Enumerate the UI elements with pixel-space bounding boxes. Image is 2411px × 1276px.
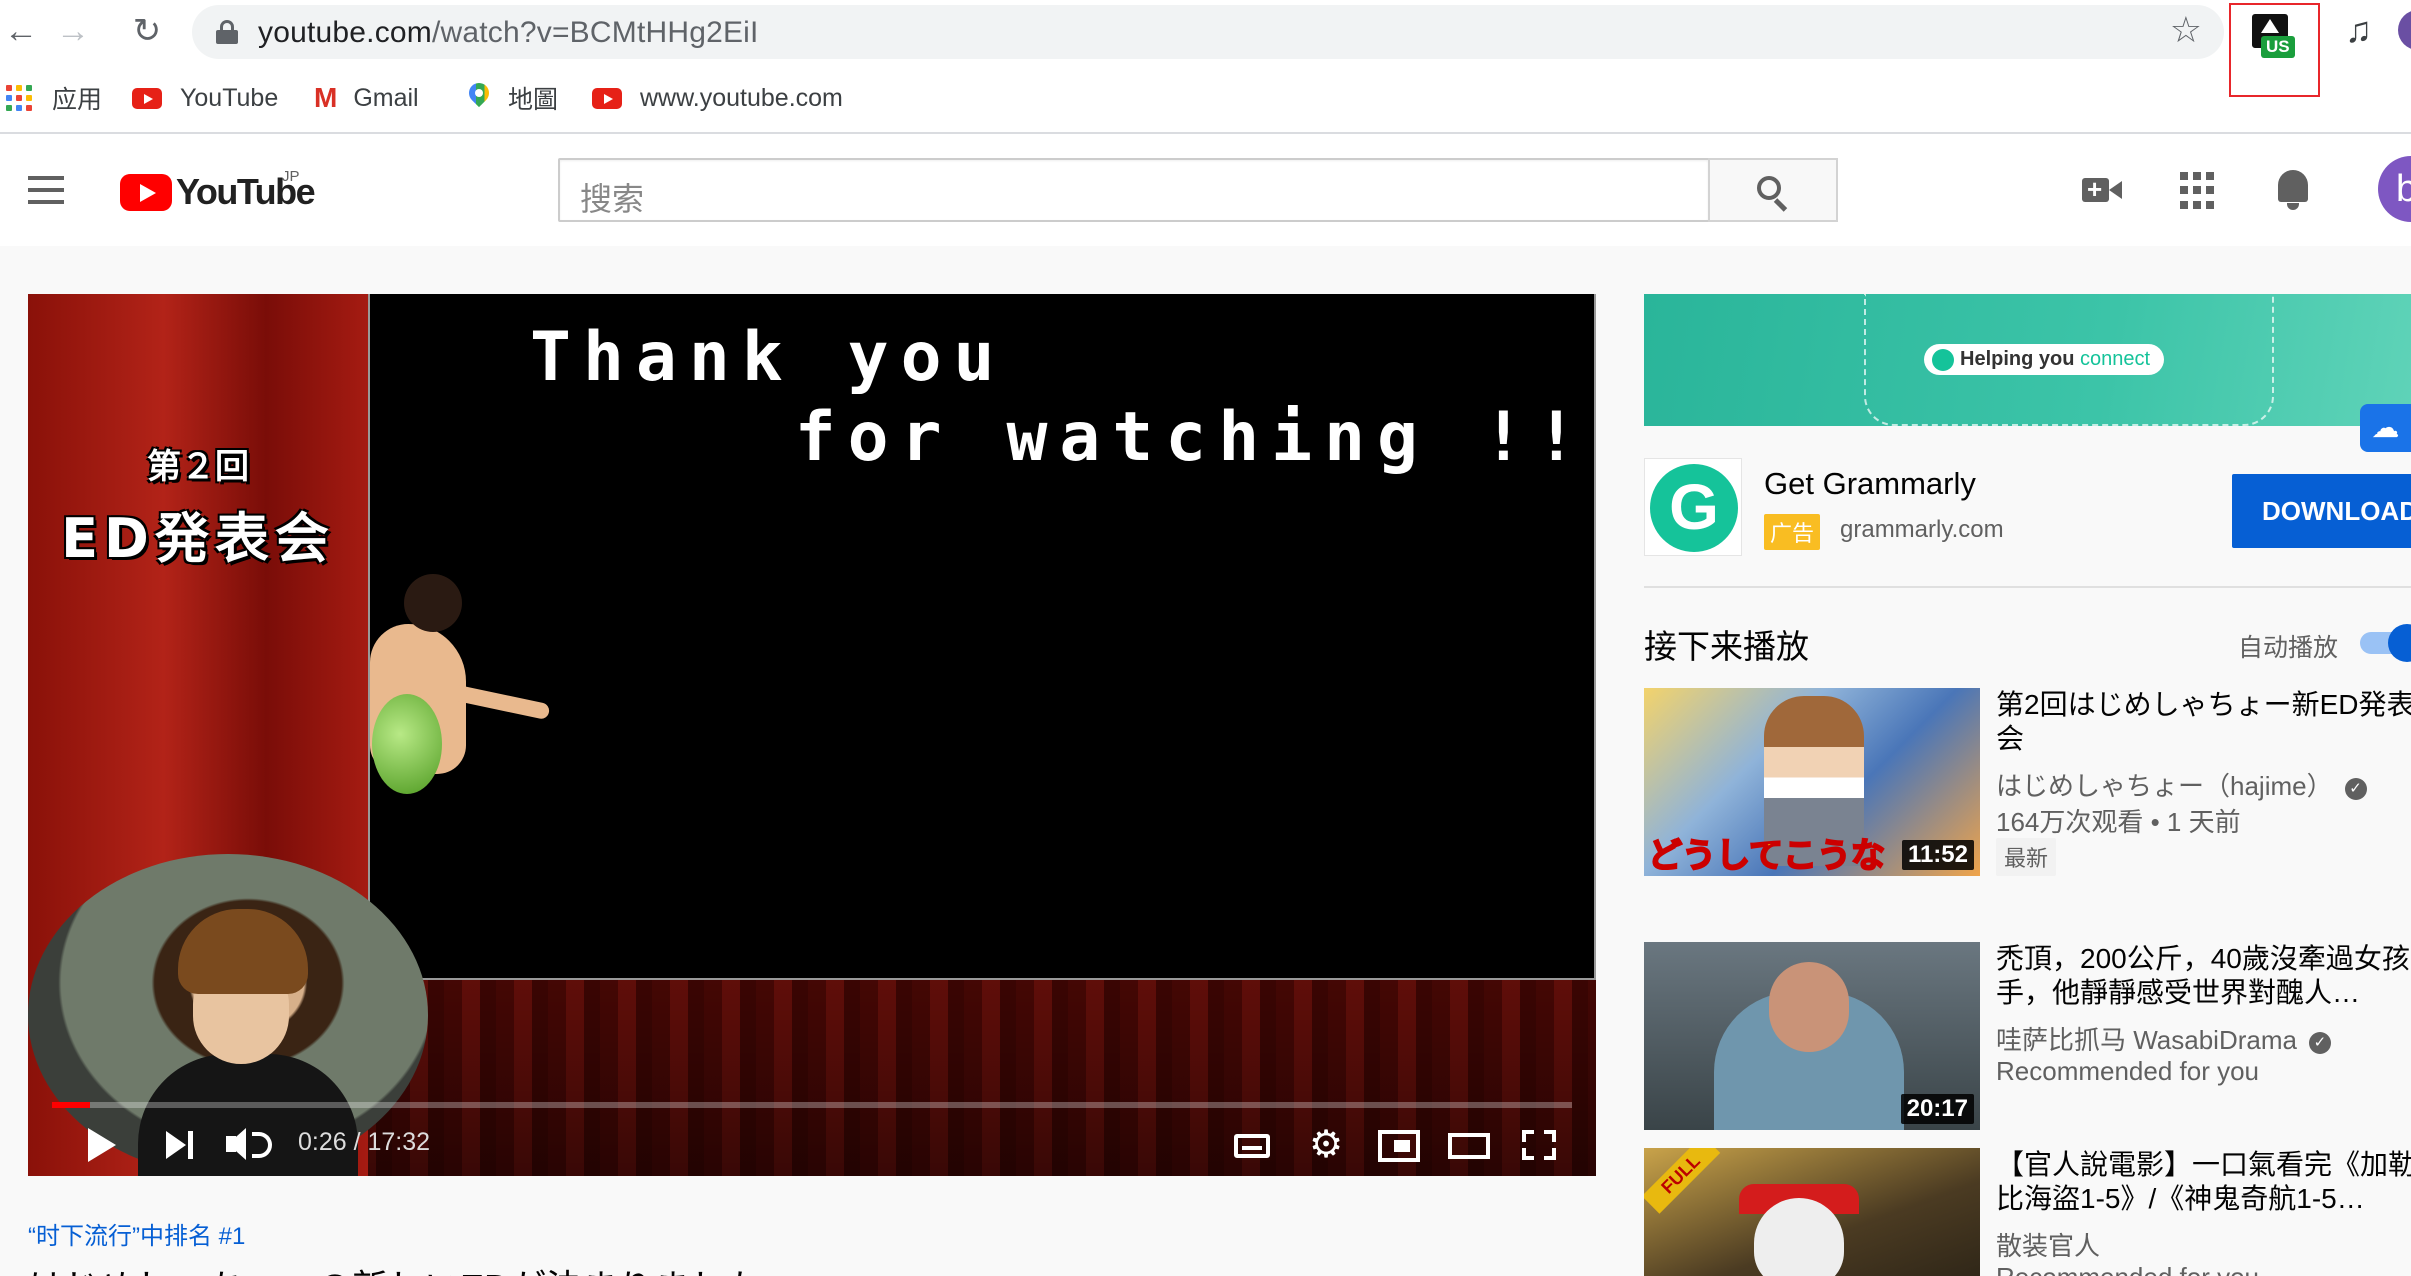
rec-title[interactable]: 禿頂，200公斤，40歲沒牽過女孩手，他靜靜感受世界對醜人…: [1996, 942, 2411, 1010]
rec-meta: 164万次观看 • 1 天前: [1996, 807, 2241, 837]
bookmark-apps[interactable]: 应用: [6, 82, 102, 114]
lock-icon[interactable]: [216, 20, 238, 44]
bookmark-label: 应用: [52, 86, 103, 114]
bookmark-gmail[interactable]: M Gmail: [314, 82, 419, 114]
thumbnail-caption: FULL: [1644, 1148, 1721, 1214]
fullscreen-icon[interactable]: [1522, 1126, 1558, 1164]
notifications-bell-icon[interactable]: [2274, 170, 2312, 210]
new-badge: 最新: [1996, 838, 2057, 876]
settings-gear-icon[interactable]: ⚙: [1306, 1126, 1346, 1164]
account-avatar[interactable]: b: [2378, 156, 2411, 222]
address-bar[interactable]: youtube.com/watch?v=BCMtHHg2EiI ☆: [192, 5, 2224, 59]
ad-banner[interactable]: Helping you connect: [1644, 294, 2411, 426]
grammarly-small-icon: [1932, 349, 1954, 371]
bookmark-label: YouTube: [180, 83, 279, 112]
rec-channel: 哇萨比抓马 WasabiDrama ✓: [1996, 1020, 2331, 1057]
apps-grid-icon: [6, 85, 32, 111]
cartoon-figure: [370, 574, 551, 834]
maps-favicon: [468, 83, 490, 113]
ad-label-badge: 广告: [1764, 514, 1821, 550]
subtitles-icon[interactable]: [1234, 1126, 1274, 1164]
miniplayer-icon[interactable]: [1378, 1126, 1422, 1164]
search-button[interactable]: [1708, 158, 1838, 222]
duration-badge: 11:52: [1901, 840, 1974, 870]
youtube-favicon: [592, 87, 622, 109]
thank-you-text: Thank you for watching !!!: [530, 318, 1596, 477]
thumbnail-caption: どうしてこうな: [1647, 836, 1886, 876]
trending-link[interactable]: “时下流行”中排名 #1: [28, 1216, 762, 1251]
time-display: 0:26 / 17:32: [298, 1128, 431, 1156]
youtube-favicon: [132, 87, 162, 109]
gmail-favicon: M: [314, 82, 338, 113]
bookmark-star-icon[interactable]: ☆: [2170, 12, 2202, 48]
create-video-icon[interactable]: [2082, 170, 2122, 210]
url-text[interactable]: youtube.com/watch?v=BCMtHHg2EiI: [258, 16, 759, 50]
grammarly-logo[interactable]: G: [1644, 458, 1742, 556]
autoplay-toggle[interactable]: [2360, 624, 2411, 662]
theater-mode-icon[interactable]: [1448, 1126, 1492, 1164]
menu-icon[interactable]: [28, 176, 64, 204]
rec-title[interactable]: 第2回はじめしゃちょー新ED発表会: [1996, 688, 2411, 756]
play-icon[interactable]: [84, 1126, 116, 1164]
verified-check-icon: ✓: [2308, 1032, 2331, 1054]
recommended-video[interactable]: FULL 【官人說電影】一口氣看完《加勒比海盜1-5》/《神鬼奇航1-5… 散装…: [1644, 1148, 2411, 1276]
ad-banner-pill: Helping you connect: [1924, 344, 2165, 375]
bookmark-youtube[interactable]: YouTube: [132, 82, 278, 114]
search-placeholder: 搜索: [580, 181, 645, 217]
forward-arrow-icon[interactable]: →: [52, 10, 94, 52]
ad-domain: grammarly.com: [1840, 516, 2004, 543]
ad-side-icon[interactable]: ☁: [2360, 404, 2411, 452]
bookmark-label: www.youtube.com: [640, 83, 843, 112]
video-thumbnail[interactable]: どうしてこうな 11:52: [1644, 688, 1980, 876]
youtube-play-logo-icon: [120, 173, 172, 211]
bookmark-label: Gmail: [353, 83, 419, 112]
browser-profile-avatar[interactable]: [2398, 10, 2411, 50]
search-input[interactable]: 搜索: [558, 158, 1710, 222]
download-button[interactable]: DOWNLOAD: [2232, 474, 2411, 548]
rec-title[interactable]: 【官人說電影】一口氣看完《加勒比海盜1-5》/《神鬼奇航1-5…: [1996, 1148, 2411, 1216]
video-thumbnail[interactable]: 20:17: [1644, 942, 1980, 1130]
recommended-video[interactable]: 20:17 禿頂，200公斤，40歲沒牽過女孩手，他靜靜感受世界對醜人… 哇萨比…: [1644, 942, 2411, 1132]
verified-check-icon: ✓: [2344, 778, 2367, 800]
logo-region: JP: [282, 168, 300, 185]
overlay-line-1: 第２回: [147, 447, 249, 487]
rec-channel: はじめしゃちょー（hajime） ✓: [1996, 766, 2367, 803]
youtube-apps-icon[interactable]: [2180, 170, 2214, 210]
autoplay-label: 自动播放: [2238, 634, 2339, 662]
volume-waves: [252, 1132, 272, 1158]
rec-meta: Recommended for you: [1996, 1262, 2259, 1276]
youtube-masthead: YouTube JP 搜索 b: [0, 134, 2411, 246]
sidebar-divider: [1644, 586, 2411, 588]
bookmark-maps[interactable]: 地圖: [468, 82, 558, 114]
video-player[interactable]: 第２回 ED発表会 Thank you for watching !!! 0:2…: [28, 294, 1596, 1176]
grammarly-g-icon: G: [1650, 464, 1738, 552]
video-overlay-caption: 第２回 ED発表会: [28, 439, 368, 573]
progress-played: [52, 1102, 90, 1108]
reload-icon[interactable]: ↻: [126, 10, 168, 52]
overlay-line-2: ED発表会: [61, 507, 335, 570]
browser-toolbar: ← → ↻ youtube.com/watch?v=BCMtHHg2EiI ☆ …: [0, 0, 2411, 62]
recommended-video[interactable]: どうしてこうな 11:52 第2回はじめしゃちょー新ED発表会 はじめしゃちょー…: [1644, 688, 2411, 878]
video-info: “时下流行”中排名 #1 はじめしゃちょーの新しいEDが決まりました: [28, 1216, 762, 1276]
ad-title[interactable]: Get Grammarly: [1764, 466, 1976, 502]
next-video-icon[interactable]: [166, 1126, 198, 1164]
media-control-icon[interactable]: ♫: [2345, 12, 2372, 48]
rec-meta: Recommended for you: [1996, 1056, 2260, 1086]
video-thumbnail[interactable]: FULL: [1644, 1148, 1980, 1276]
progress-bar[interactable]: [52, 1102, 1572, 1108]
rec-channel: 散装官人: [1996, 1231, 2101, 1261]
bookmark-label: 地圖: [508, 86, 559, 114]
player-controls: 0:26 / 17:32 ⚙: [28, 1114, 1596, 1176]
back-arrow-icon[interactable]: ←: [0, 10, 42, 52]
duration-badge: 20:17: [1900, 1094, 1974, 1124]
bookmark-youtube-www[interactable]: www.youtube.com: [592, 82, 843, 114]
bookmarks-bar: 应用 YouTube M Gmail 地圖 www.youtube.com: [0, 70, 2411, 126]
search-icon: [1757, 176, 1781, 200]
up-next-heading: 接下来播放: [1644, 628, 1809, 665]
video-title: はじめしゃちょーの新しいEDが決まりました: [28, 1259, 762, 1276]
